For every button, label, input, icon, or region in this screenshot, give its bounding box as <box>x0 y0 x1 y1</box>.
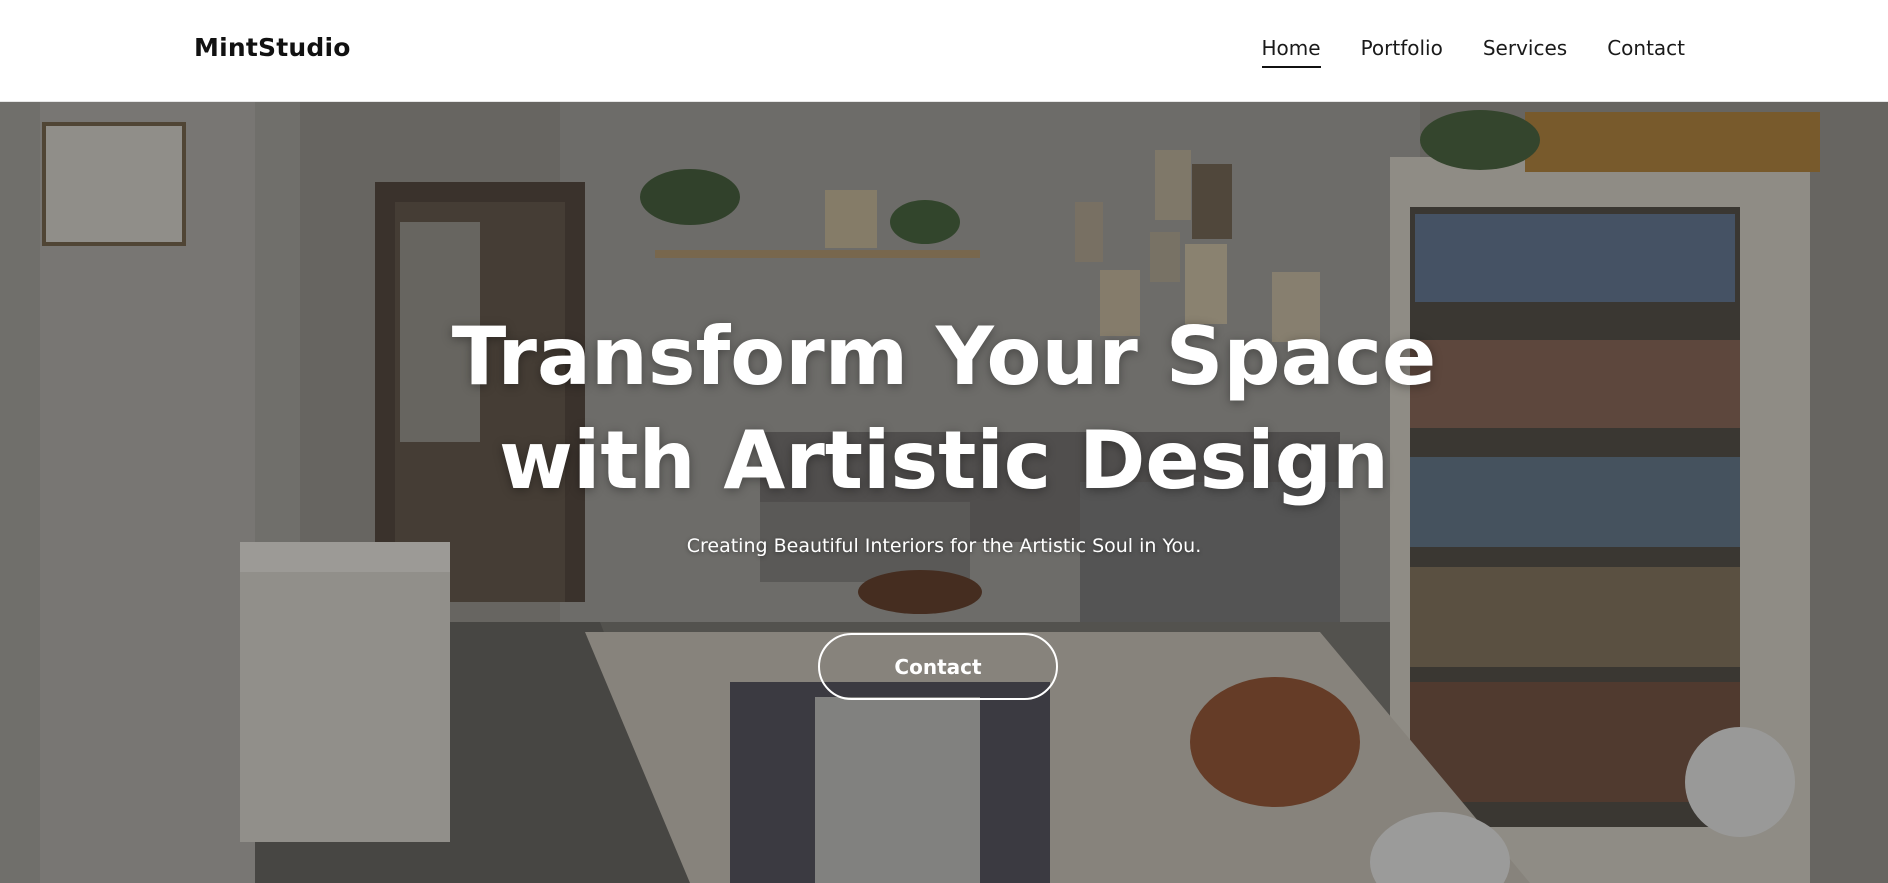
hero-title: Transform Your Space with Artistic Desig… <box>0 305 1888 513</box>
hero-section: Transform Your Space with Artistic Desig… <box>0 102 1888 883</box>
nav-link-portfolio[interactable]: Portfolio <box>1361 36 1443 66</box>
brand-logo[interactable]: MintStudio <box>194 33 351 62</box>
main-nav: Home Portfolio Services Contact <box>1261 36 1685 68</box>
contact-button[interactable]: Contact <box>818 633 1058 700</box>
hero-title-line-1: Transform Your Space <box>451 310 1437 403</box>
nav-link-contact[interactable]: Contact <box>1607 36 1685 66</box>
site-header: MintStudio Home Portfolio Services Conta… <box>0 0 1888 102</box>
hero-subtitle: Creating Beautiful Interiors for the Art… <box>686 535 1202 557</box>
nav-link-services[interactable]: Services <box>1483 36 1567 66</box>
nav-link-home[interactable]: Home <box>1261 36 1321 68</box>
hero-title-line-2: with Artistic Design <box>499 414 1389 507</box>
